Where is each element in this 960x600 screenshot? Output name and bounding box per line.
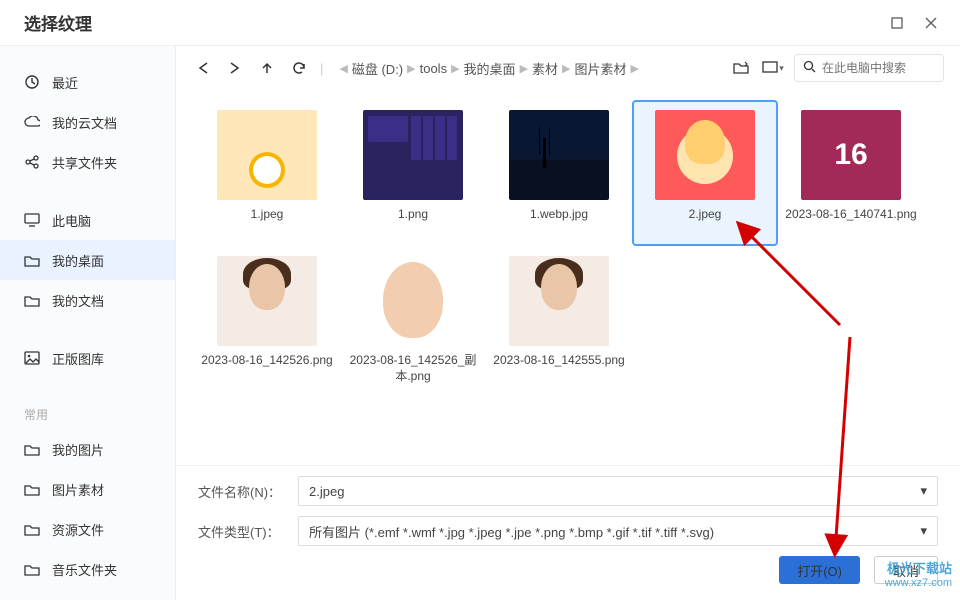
back-button[interactable] xyxy=(192,57,214,79)
clock-icon xyxy=(24,74,40,90)
folder-icon xyxy=(24,252,40,268)
breadcrumb: ◀ 磁盘 (D:)▶ tools▶ 我的桌面▶ 素材▶ 图片素材▶ xyxy=(333,59,720,78)
file-item[interactable]: 2023-08-16_142526.png xyxy=(194,246,340,392)
file-thumbnail xyxy=(217,256,317,346)
sidebar-item-label: 音乐文件夹 xyxy=(52,560,117,579)
file-name: 1.png xyxy=(398,206,428,240)
monitor-icon xyxy=(24,212,40,228)
file-name: 1.webp.jpg xyxy=(530,206,588,240)
crumb-1[interactable]: tools xyxy=(420,61,447,76)
filetype-value: 所有图片 (*.emf *.wmf *.jpg *.jpeg *.jpe *.p… xyxy=(309,522,714,541)
sidebar-item-pics[interactable]: 我的图片 xyxy=(0,429,175,469)
new-folder-button[interactable] xyxy=(730,57,752,79)
sidebar-item-label: 正版图库 xyxy=(52,349,104,368)
image-icon xyxy=(24,350,40,366)
file-name: 2023-08-16_140741.png xyxy=(785,206,916,240)
file-item[interactable]: 2023-08-16_142555.png xyxy=(486,246,632,392)
file-open-dialog: 选择纹理 最近 我的云文档 共享文件夹 此电脑 xyxy=(0,0,960,600)
file-thumbnail xyxy=(655,110,755,200)
sidebar-item-desktop[interactable]: 我的桌面 xyxy=(0,240,175,280)
sidebar-item-picmat[interactable]: 图片素材 xyxy=(0,469,175,509)
file-item[interactable]: 1.png xyxy=(340,100,486,246)
sidebar-item-music[interactable]: 音乐文件夹 xyxy=(0,549,175,589)
file-item[interactable]: 2023-08-16_142526_副本.png xyxy=(340,246,486,392)
folder-icon xyxy=(24,441,40,457)
file-item[interactable]: 16 2023-08-16_140741.png xyxy=(778,100,924,246)
file-name: 1.jpeg xyxy=(251,206,284,240)
file-item[interactable]: 1.webp.jpg xyxy=(486,100,632,246)
search-icon xyxy=(803,60,816,76)
file-thumbnail xyxy=(509,110,609,200)
file-name: 2023-08-16_142526.png xyxy=(201,352,332,386)
main-panel: | ◀ 磁盘 (D:)▶ tools▶ 我的桌面▶ 素材▶ 图片素材▶ ▾ 1.… xyxy=(176,46,960,600)
file-name: 2023-08-16_142526_副本.png xyxy=(346,352,480,386)
filename-value: 2.jpeg xyxy=(309,484,344,499)
file-thumbnail xyxy=(363,256,463,346)
filetype-field[interactable]: 所有图片 (*.emf *.wmf *.jpg *.jpeg *.jpe *.p… xyxy=(298,516,938,546)
file-item[interactable]: 2.jpeg xyxy=(632,100,778,246)
toolbar: | ◀ 磁盘 (D:)▶ tools▶ 我的桌面▶ 素材▶ 图片素材▶ ▾ xyxy=(176,46,960,90)
sidebar-item-label: 我的云文档 xyxy=(52,113,117,132)
folder-icon xyxy=(24,561,40,577)
view-mode-button[interactable]: ▾ xyxy=(762,57,784,79)
chevron-down-icon: ▾ xyxy=(920,523,927,539)
refresh-button[interactable] xyxy=(288,57,310,79)
file-item[interactable]: 1.jpeg xyxy=(194,100,340,246)
sidebar-item-shared[interactable]: 共享文件夹 xyxy=(0,142,175,182)
filename-label: 文件名称(N)： xyxy=(198,482,284,501)
file-name: 2.jpeg xyxy=(689,206,722,240)
up-button[interactable] xyxy=(256,57,278,79)
file-thumbnail xyxy=(363,110,463,200)
file-thumbnail xyxy=(217,110,317,200)
filename-field[interactable]: 2.jpeg ▾ xyxy=(298,476,938,506)
sidebar-item-label: 共享文件夹 xyxy=(52,153,117,172)
sidebar-item-label: 我的桌面 xyxy=(52,251,104,270)
sidebar-section-label: 常用 xyxy=(0,396,175,429)
crumb-4[interactable]: 图片素材 xyxy=(575,59,627,78)
sidebar-item-label: 资源文件 xyxy=(52,520,104,539)
folder-icon xyxy=(24,481,40,497)
sidebar-item-label: 此电脑 xyxy=(52,211,91,230)
folder-icon xyxy=(24,521,40,537)
sidebar-item-recent[interactable]: 最近 xyxy=(0,62,175,102)
crumb-2[interactable]: 我的桌面 xyxy=(464,59,516,78)
sidebar-item-thispc[interactable]: 此电脑 xyxy=(0,200,175,240)
search-box[interactable] xyxy=(794,54,944,82)
crumb-3[interactable]: 素材 xyxy=(532,59,558,78)
folder-icon xyxy=(24,292,40,308)
maximize-button[interactable] xyxy=(880,9,914,37)
titlebar: 选择纹理 xyxy=(0,0,960,46)
sidebar-item-label: 最近 xyxy=(52,73,78,92)
crumb-0[interactable]: 磁盘 (D:) xyxy=(352,59,403,78)
close-button[interactable] xyxy=(914,9,948,37)
sidebar-item-resfiles[interactable]: 资源文件 xyxy=(0,509,175,549)
forward-button[interactable] xyxy=(224,57,246,79)
share-icon xyxy=(24,154,40,170)
file-thumbnail: 16 xyxy=(801,110,901,200)
bottom-panel: 文件名称(N)： 2.jpeg ▾ 文件类型(T)： 所有图片 (*.emf *… xyxy=(176,465,960,600)
chevron-left-icon[interactable]: ◀ xyxy=(339,62,347,75)
sidebar-item-label: 我的文档 xyxy=(52,291,104,310)
file-grid: 1.jpeg 1.png 1.webp.jpg 2.jpeg 16 2023-08-16_… xyxy=(176,90,960,465)
sidebar-item-label: 我的图片 xyxy=(52,440,104,459)
file-name: 2023-08-16_142555.png xyxy=(493,352,624,386)
filetype-label: 文件类型(T)： xyxy=(198,522,284,541)
search-input[interactable] xyxy=(822,61,935,75)
chevron-down-icon: ▾ xyxy=(920,483,927,499)
file-thumbnail xyxy=(509,256,609,346)
dialog-title: 选择纹理 xyxy=(24,10,880,35)
open-button[interactable]: 打开(O) xyxy=(779,556,860,584)
sidebar-item-gallery[interactable]: 正版图库 xyxy=(0,338,175,378)
sidebar-item-label: 图片素材 xyxy=(52,480,104,499)
sidebar-item-mydocs[interactable]: 我的文档 xyxy=(0,280,175,320)
sidebar: 最近 我的云文档 共享文件夹 此电脑 我的桌面 我的文档 xyxy=(0,46,176,600)
cancel-button[interactable]: 取消 xyxy=(874,556,938,584)
sidebar-item-cloud[interactable]: 我的云文档 xyxy=(0,102,175,142)
cloud-icon xyxy=(24,114,40,130)
